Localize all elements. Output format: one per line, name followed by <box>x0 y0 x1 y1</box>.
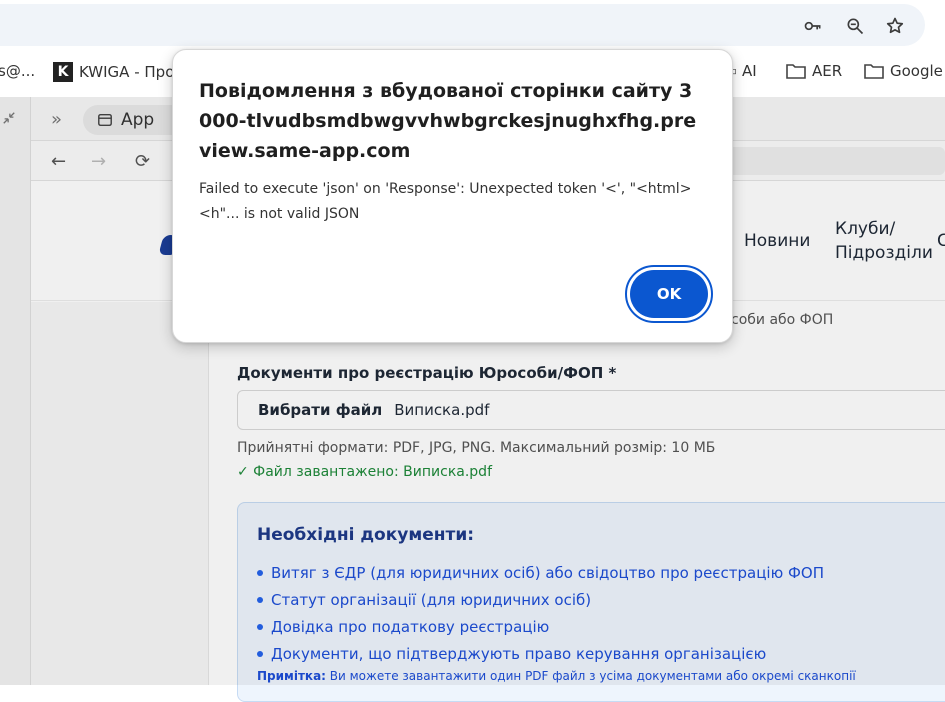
list-item: Статут організації (для юридичних осіб) <box>257 586 824 613</box>
ok-button[interactable]: OK <box>630 270 708 318</box>
bookmark-label: KWIGA - Про <box>79 63 175 81</box>
key-icon[interactable] <box>803 16 823 36</box>
nav-clubs-line2: Підрозділи <box>835 243 933 263</box>
bullet-icon <box>257 623 263 630</box>
list-item: Документи, що підтверджують право керува… <box>257 640 824 667</box>
note-text: Ви можете завантажити один PDF файл з ус… <box>325 669 856 683</box>
bookmark-item[interactable]: s@... <box>0 62 35 80</box>
left-strip <box>0 97 31 685</box>
upload-success-text: ✓ Файл завантажено: Виписка.pdf <box>237 464 493 480</box>
kwiga-logo-icon: K <box>53 62 73 82</box>
nav-link-news[interactable]: Новини <box>744 231 810 251</box>
folder-icon <box>786 64 806 79</box>
bookmark-label: AI <box>742 62 757 80</box>
list-item-text: Документи, що підтверджують право керува… <box>271 644 767 663</box>
selected-file-name: Виписка.pdf <box>394 401 490 419</box>
nav-clubs-line1: Клуби/ <box>835 219 896 239</box>
accepted-formats-text: Прийнятні формати: PDF, JPG, PNG. Максим… <box>237 440 716 456</box>
registration-form: соби або ФОП Документи про реєстрацію Юр… <box>209 302 945 702</box>
upload-note: Примітка: Ви можете завантажити один PDF… <box>257 669 856 683</box>
bookmark-kwiga[interactable]: K KWIGA - Про <box>53 62 174 82</box>
page-sidebar <box>31 302 209 685</box>
zoom-icon[interactable] <box>845 16 865 36</box>
bookmark-label: AER <box>812 62 843 80</box>
folder-icon <box>864 64 884 79</box>
list-item-text: Довідка про податкову реєстрацію <box>271 617 550 636</box>
nav-link-cut[interactable]: С <box>937 231 945 251</box>
bookmark-folder-aer[interactable]: AER <box>786 62 842 80</box>
list-item: Витяг з ЄДР (для юридичних осіб) або сві… <box>257 559 824 586</box>
file-upload-input[interactable]: Вибрати файл Виписка.pdf <box>237 390 945 430</box>
dialog-message: Failed to execute 'json' on 'Response': … <box>199 181 692 222</box>
field-hint: соби або ФОП <box>731 312 834 328</box>
nav-link-clubs[interactable]: Клуби/ Підрозділи <box>835 217 933 265</box>
bookmark-folder-google[interactable]: Google <box>864 62 943 80</box>
alert-dialog: Повідомлення з вбудованої сторінки сайту… <box>172 49 733 343</box>
list-item: Довідка про податкову реєстрацію <box>257 613 824 640</box>
choose-file-button[interactable]: Вибрати файл <box>258 401 382 419</box>
note-label: Примітка: <box>257 669 326 683</box>
required-documents-card: Необхідні документи: Витяг з ЄДР (для юр… <box>237 502 945 702</box>
back-arrow-icon[interactable]: ← <box>51 151 66 172</box>
documents-label: Документи про реєстрацію Юрособи/ФОП * <box>237 364 617 382</box>
reload-icon[interactable]: ⟳ <box>135 151 150 172</box>
forward-arrow-icon[interactable]: → <box>91 151 106 172</box>
address-bar[interactable] <box>0 4 925 46</box>
app-tab-label: App <box>121 110 155 130</box>
bookmark-label: Google <box>890 62 943 80</box>
bullet-icon <box>257 569 263 576</box>
collapse-icon[interactable] <box>2 111 16 125</box>
window-icon <box>98 113 112 127</box>
dialog-title: Повідомлення з вбудованої сторінки сайту… <box>199 80 697 162</box>
star-icon[interactable] <box>885 16 905 36</box>
ok-button-focus-ring: OK <box>625 265 713 323</box>
list-item-text: Статут організації (для юридичних осіб) <box>271 590 592 609</box>
required-documents-title: Необхідні документи: <box>257 525 475 545</box>
bullet-icon <box>257 650 263 657</box>
bookmark-label: s@... <box>0 62 36 80</box>
list-item-text: Витяг з ЄДР (для юридичних осіб) або сві… <box>271 563 824 582</box>
required-documents-list: Витяг з ЄДР (для юридичних осіб) або сві… <box>257 559 824 667</box>
expand-chevron-icon[interactable]: » <box>51 109 62 130</box>
bullet-icon <box>257 596 263 603</box>
